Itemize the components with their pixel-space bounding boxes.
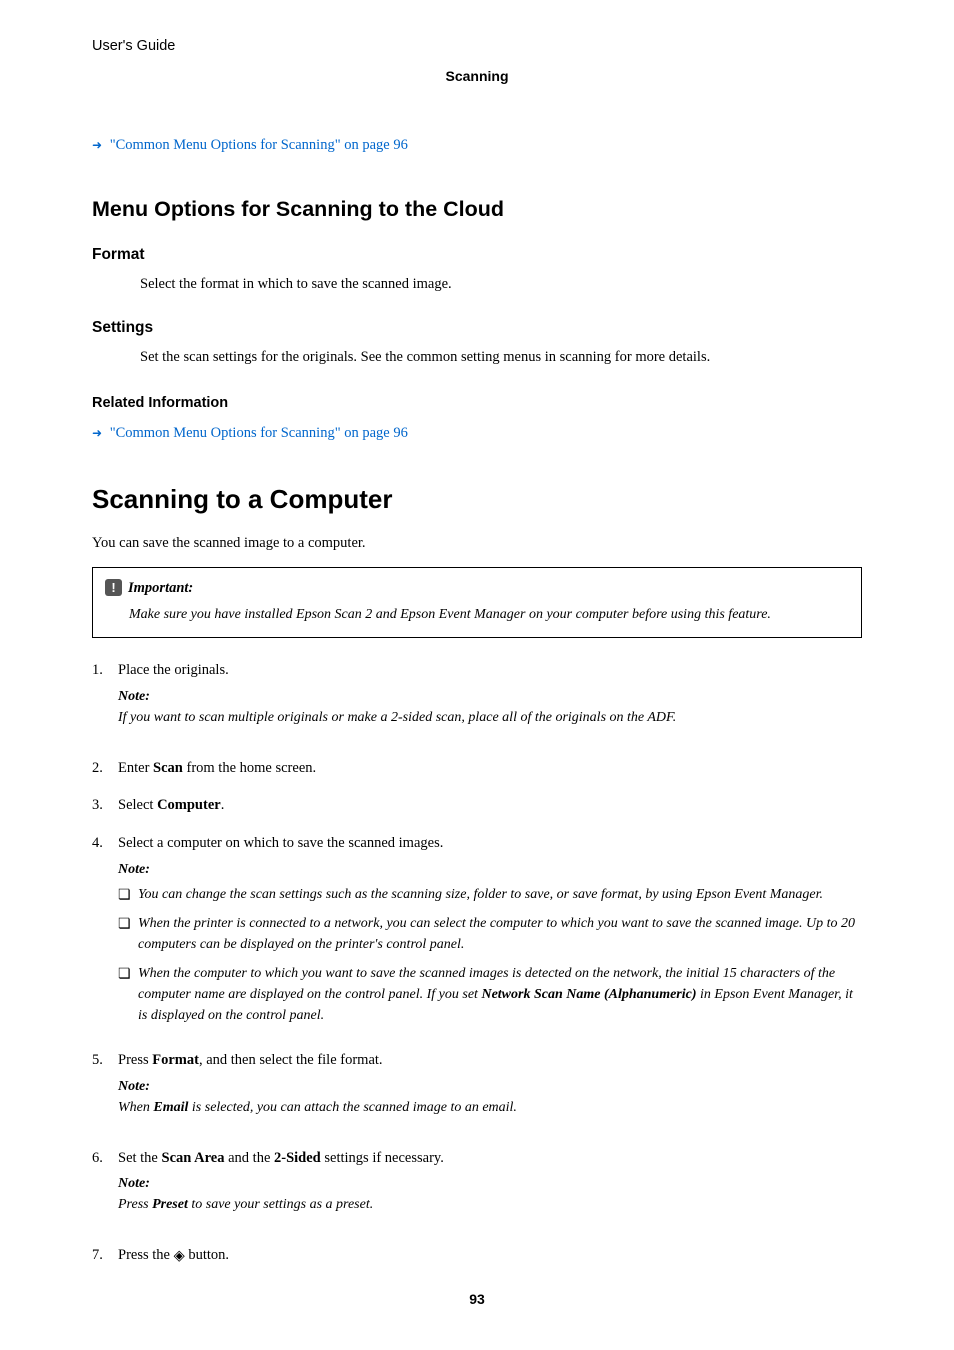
step-3-text: Select Computer. — [118, 795, 862, 817]
step-6-text: Set the Scan Area and the 2-Sided settin… — [118, 1148, 862, 1170]
heading-format: Format — [92, 243, 862, 266]
note-label: Note: — [118, 859, 862, 880]
step-7-text: Press the ◈ button. — [118, 1245, 862, 1267]
step-6: 6. Set the Scan Area and the 2-Sided set… — [92, 1148, 862, 1230]
step-1-text: Place the originals. — [118, 660, 862, 682]
heading-cloud-menu: Menu Options for Scanning to the Cloud — [92, 193, 862, 225]
step-4-bullet-3: ❏When the computer to which you want to … — [118, 963, 862, 1026]
header-users-guide: User's Guide — [92, 36, 862, 58]
important-body: Make sure you have installed Epson Scan … — [105, 604, 849, 625]
step-4: 4. Select a computer on which to save th… — [92, 833, 862, 1034]
arrow-right-icon: ➜ — [92, 424, 102, 442]
step-4-bullet-2: ❏When the printer is connected to a netw… — [118, 913, 862, 955]
heading-settings: Settings — [92, 316, 862, 339]
text-intro: You can save the scanned image to a comp… — [92, 533, 862, 555]
arrow-right-icon: ➜ — [92, 136, 102, 154]
important-label: Important: — [128, 578, 193, 600]
step-5: 5. Press Format, and then select the fil… — [92, 1050, 862, 1132]
step-3: 3. Select Computer. — [92, 795, 862, 817]
note-label: Note: — [118, 1076, 862, 1097]
step-2: 2. Enter Scan from the home screen. — [92, 758, 862, 780]
note-label: Note: — [118, 686, 862, 707]
link-common-menu-2[interactable]: "Common Menu Options for Scanning" on pa… — [110, 425, 408, 441]
heading-scan-computer: Scanning to a Computer — [92, 480, 862, 519]
page-number: 93 — [92, 1289, 862, 1310]
important-icon: ! — [105, 579, 122, 596]
heading-related-info: Related Information — [92, 393, 862, 415]
step-1: 1. Place the originals. Note: If you wan… — [92, 660, 862, 742]
step-7: 7. Press the ◈ button. — [92, 1245, 862, 1267]
header-section: Scanning — [92, 66, 862, 87]
related-link-row-1: ➜ "Common Menu Options for Scanning" on … — [92, 135, 862, 157]
step-6-note: Press Preset to save your settings as a … — [118, 1194, 862, 1215]
link-common-menu-1[interactable]: "Common Menu Options for Scanning" on pa… — [110, 137, 408, 153]
step-1-note: If you want to scan multiple originals o… — [118, 707, 862, 728]
related-link-row-2: ➜ "Common Menu Options for Scanning" on … — [92, 423, 862, 445]
note-label: Note: — [118, 1173, 862, 1194]
step-4-text: Select a computer on which to save the s… — [118, 833, 862, 855]
text-settings-desc: Set the scan settings for the originals.… — [92, 347, 862, 369]
step-5-text: Press Format, and then select the file f… — [118, 1050, 862, 1072]
text-format-desc: Select the format in which to save the s… — [92, 274, 862, 296]
diamond-start-icon: ◈ — [174, 1246, 185, 1268]
step-2-text: Enter Scan from the home screen. — [118, 758, 862, 780]
step-5-note: When Email is selected, you can attach t… — [118, 1097, 862, 1118]
important-box: ! Important: Make sure you have installe… — [92, 567, 862, 638]
step-4-bullet-1: ❏You can change the scan settings such a… — [118, 884, 862, 905]
